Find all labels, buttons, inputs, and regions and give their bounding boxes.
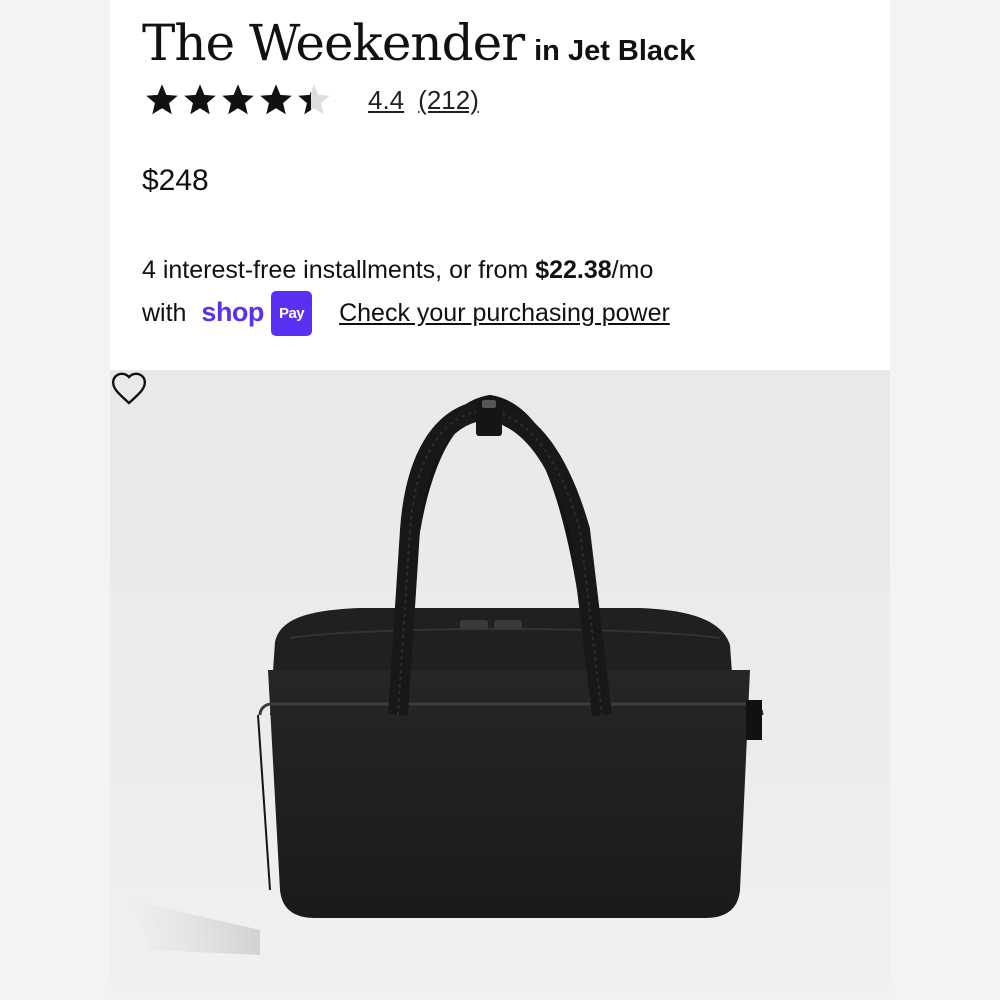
star-icon	[222, 84, 254, 115]
product-variant: in Jet Black	[534, 35, 696, 67]
star-rating	[144, 82, 332, 118]
star-icon	[298, 84, 330, 115]
left-margin	[0, 0, 110, 1000]
product-panel: The Weekender in Jet Black 4.4 (212) $248…	[110, 0, 890, 1000]
zipper-pull-left	[460, 620, 488, 629]
review-count-link[interactable]: (212)	[418, 85, 479, 116]
check-purchasing-power-link[interactable]: Check your purchasing power	[339, 299, 670, 327]
star-icon	[184, 84, 216, 115]
product-heading: The Weekender in Jet Black	[142, 14, 695, 72]
shop-logo-text: shop	[201, 297, 264, 327]
heart-icon[interactable]	[110, 370, 148, 406]
installments-line: 4 interest-free installments, or from $2…	[142, 250, 670, 291]
product-image[interactable]	[110, 370, 890, 1000]
handle-snap	[482, 400, 496, 408]
side-tab	[746, 700, 762, 740]
star-icon	[146, 84, 178, 115]
bag-body	[268, 670, 750, 918]
shop-pay-logo: shop Pay	[201, 291, 313, 336]
pay-badge: Pay	[270, 291, 313, 336]
left-edge	[257, 714, 271, 891]
product-title: The Weekender	[142, 14, 525, 72]
rating-row: 4.4 (212)	[144, 82, 479, 118]
shop-pay-line: with shop Pay Check your purchasing powe…	[142, 291, 670, 336]
with-text: with	[142, 299, 187, 327]
product-price: $248	[142, 164, 209, 197]
bag-illustration	[130, 394, 764, 955]
right-margin	[890, 0, 1000, 1000]
rating-value-link[interactable]: 4.4	[368, 85, 404, 116]
star-icon	[260, 84, 292, 115]
installments-message: 4 interest-free installments, or from $2…	[142, 250, 670, 336]
floor-shadow	[130, 900, 260, 955]
installment-period: /mo	[611, 256, 654, 284]
zipper-pull-right	[494, 620, 522, 629]
installment-amount: $22.38	[535, 256, 612, 284]
installments-text: 4 interest-free installments, or from	[142, 256, 536, 284]
